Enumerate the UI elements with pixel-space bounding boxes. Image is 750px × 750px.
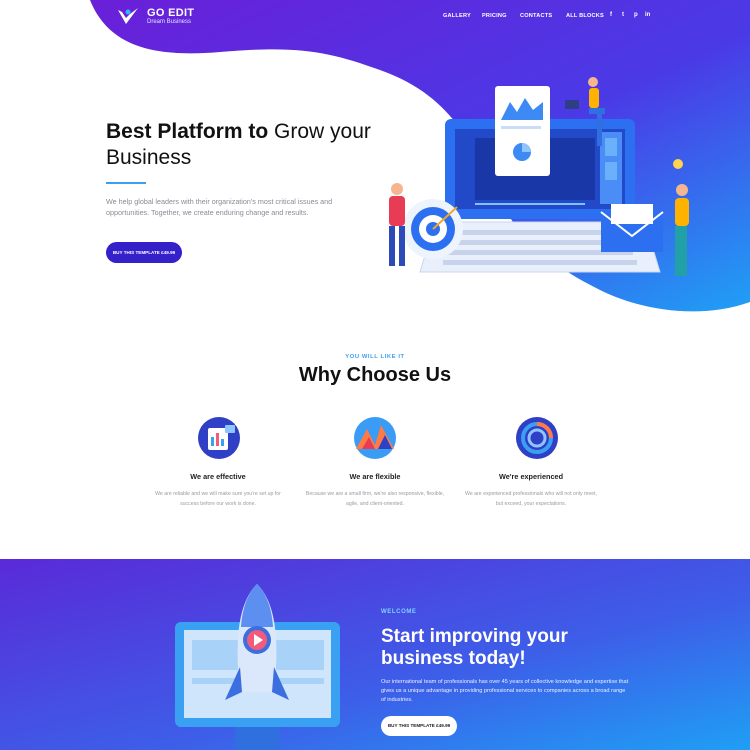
- cta-description: Our international team of professionals …: [381, 679, 629, 703]
- feature-title-effective: We are effective: [190, 472, 246, 481]
- document-chart-icon: [198, 417, 240, 459]
- feature-title-experienced: We're experienced: [498, 472, 564, 481]
- hero-title: Best Platform to Grow your Business: [106, 119, 406, 171]
- logo-icon[interactable]: [116, 6, 140, 28]
- brand-title[interactable]: GO EDIT: [147, 7, 194, 19]
- feature-desc-flexible: Because we are a small firm, we're also …: [305, 491, 445, 507]
- rocket-illustration: [175, 584, 340, 750]
- hero-divider: [106, 182, 146, 184]
- feature-desc-effective: We are reliable and we will make sure yo…: [155, 491, 281, 507]
- cta-eyebrow: WELCOME: [381, 609, 417, 615]
- nav-pricing[interactable]: PRICING: [482, 13, 507, 19]
- cta-buy-button[interactable]: BUY THIS TEMPLATE £49.99: [381, 716, 457, 736]
- why-title: Why Choose Us: [298, 364, 452, 386]
- pinterest-icon[interactable]: p: [634, 12, 638, 18]
- hero-description: We help global leaders with their organi…: [106, 197, 333, 217]
- cta-title: Start improving your business today!: [381, 626, 568, 669]
- feature-desc-experienced: We are experienced professionals who wil…: [465, 491, 597, 507]
- nav-contacts[interactable]: CONTACTS: [520, 13, 552, 19]
- brand-subtitle: Dream Business: [147, 19, 192, 25]
- hero-title-bold: Best Platform to: [106, 120, 269, 143]
- nav-gallery[interactable]: GALLERY: [443, 13, 471, 19]
- feature-title-flexible: We are flexible: [349, 472, 401, 481]
- mountains-icon: [354, 417, 396, 459]
- linkedin-icon[interactable]: in: [645, 12, 650, 18]
- hero-buy-button[interactable]: BUY THIS TEMPLATE £49.99: [106, 242, 182, 263]
- hero-illustration: [389, 77, 689, 276]
- why-eyebrow: YOU WILL LIKE IT: [345, 354, 405, 360]
- radial-chart-icon: [516, 417, 558, 459]
- facebook-icon[interactable]: f: [610, 12, 612, 18]
- twitter-icon[interactable]: t: [622, 12, 624, 18]
- nav-all-blocks[interactable]: ALL BLOCKS: [566, 13, 604, 19]
